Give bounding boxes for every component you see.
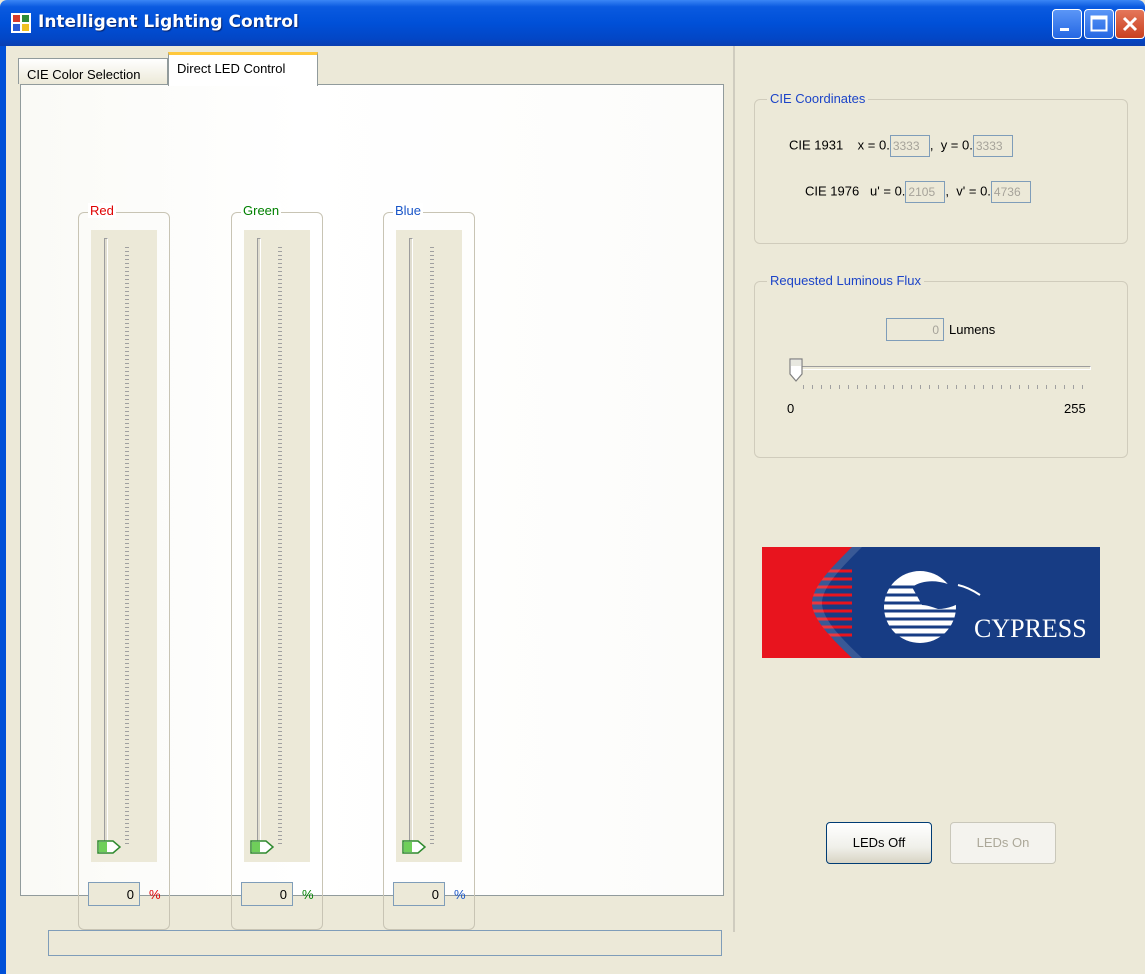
window-frame-left bbox=[0, 46, 6, 974]
flux-slider-thumb[interactable] bbox=[789, 358, 803, 382]
flux-value-field[interactable]: 0 bbox=[886, 318, 944, 341]
green-slider[interactable] bbox=[244, 230, 310, 862]
green-value-field[interactable]: 0 bbox=[241, 882, 293, 906]
flux-max-label: 255 bbox=[1064, 401, 1086, 416]
leds-on-button[interactable]: LEDs On bbox=[950, 822, 1056, 864]
cypress-logo-text: CYPRESS bbox=[974, 614, 1087, 643]
flux-unit-label: Lumens bbox=[949, 322, 996, 337]
cie-1976-row: CIE 1976 u' = 0. 2105, v' = 0. 4736 bbox=[805, 181, 1031, 203]
cie-coordinates-title: CIE Coordinates bbox=[767, 91, 869, 106]
green-slider-ticks bbox=[278, 247, 282, 847]
cie-1976-label: CIE 1976 bbox=[805, 183, 860, 199]
cie-v-label: v' = 0. bbox=[956, 183, 991, 199]
minimize-button[interactable] bbox=[1052, 9, 1082, 39]
green-channel-group: Green 0 % bbox=[231, 203, 323, 930]
red-slider-rail bbox=[104, 238, 108, 848]
tab-direct-led-control[interactable]: Direct LED Control bbox=[168, 52, 318, 86]
cypress-logo-graphic: CYPRESS bbox=[762, 547, 1100, 658]
cie-1931-sep: , bbox=[929, 137, 934, 153]
cie-1931-label: CIE 1931 bbox=[789, 137, 844, 153]
blue-slider[interactable] bbox=[396, 230, 462, 862]
blue-channel-group: Blue 0 % bbox=[383, 203, 475, 930]
cie-x-label: x = 0. bbox=[857, 137, 890, 153]
cypress-logo: CYPRESS bbox=[762, 547, 1100, 658]
app-icon bbox=[11, 13, 31, 33]
luminous-flux-title: Requested Luminous Flux bbox=[767, 273, 925, 288]
title-bar[interactable]: Intelligent Lighting Control bbox=[0, 0, 1145, 46]
close-button[interactable] bbox=[1115, 9, 1145, 39]
red-value-field[interactable]: 0 bbox=[88, 882, 140, 906]
app-window: Intelligent Lighting Control CIE Color S… bbox=[0, 0, 1145, 974]
cie-y-label: y = 0. bbox=[940, 137, 973, 153]
flux-slider-rail bbox=[795, 366, 1091, 370]
green-percent-label: % bbox=[302, 887, 314, 902]
cie-y-field[interactable]: 3333 bbox=[972, 135, 1013, 157]
maximize-icon bbox=[1090, 15, 1108, 32]
blue-value-field[interactable]: 0 bbox=[393, 882, 445, 906]
red-slider[interactable] bbox=[91, 230, 157, 862]
blue-group-label: Blue bbox=[393, 203, 424, 218]
cie-u-label: u' = 0. bbox=[870, 183, 906, 199]
cie-u-field[interactable]: 2105 bbox=[905, 181, 946, 203]
progress-bar bbox=[48, 930, 722, 956]
green-slider-thumb[interactable] bbox=[250, 840, 274, 854]
tab-cie-color-selection[interactable]: CIE Color Selection bbox=[18, 58, 168, 84]
blue-slider-ticks bbox=[430, 247, 434, 847]
green-group-label: Green bbox=[241, 203, 282, 218]
luminous-flux-group: Requested Luminous Flux 0 Lumens 0 255 bbox=[754, 273, 1128, 458]
blue-percent-label: % bbox=[454, 887, 466, 902]
red-group-label: Red bbox=[88, 203, 116, 218]
window-title: Intelligent Lighting Control bbox=[38, 12, 299, 32]
blue-slider-thumb[interactable] bbox=[402, 840, 426, 854]
minimize-icon bbox=[1060, 28, 1069, 31]
red-slider-ticks bbox=[125, 247, 129, 847]
red-slider-thumb[interactable] bbox=[97, 840, 121, 854]
cie-1976-sep: , bbox=[945, 183, 950, 199]
direct-led-control-panel: Red 0 % Green 0 % Blue 0 % bbox=[20, 84, 724, 930]
maximize-button[interactable] bbox=[1084, 9, 1114, 39]
cie-1931-row: CIE 1931 x = 0. 3333, y = 0. 3333 bbox=[789, 135, 1013, 157]
cie-x-field[interactable]: 3333 bbox=[889, 135, 930, 157]
panel-splitter[interactable] bbox=[733, 46, 735, 932]
cie-v-field[interactable]: 4736 bbox=[990, 181, 1031, 203]
leds-off-button[interactable]: LEDs Off bbox=[826, 822, 932, 864]
red-channel-group: Red 0 % bbox=[78, 203, 170, 930]
red-percent-label: % bbox=[149, 887, 161, 902]
flux-slider-ticks bbox=[803, 385, 1089, 389]
cie-coordinates-group: CIE Coordinates CIE 1931 x = 0. 3333, y =… bbox=[754, 91, 1128, 244]
blue-slider-rail bbox=[409, 238, 413, 848]
green-slider-rail bbox=[257, 238, 261, 848]
flux-min-label: 0 bbox=[787, 401, 795, 416]
close-icon bbox=[1122, 16, 1138, 32]
